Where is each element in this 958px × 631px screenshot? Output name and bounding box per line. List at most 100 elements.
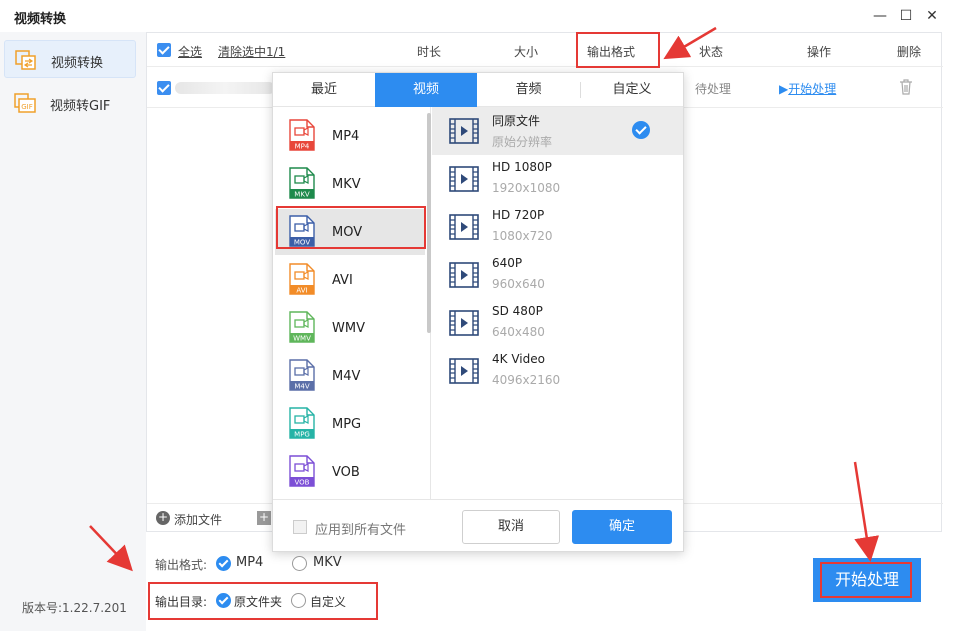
- table-header: 全选 清除选中1/1 时长 大小 输出格式 状态 操作 删除: [147, 33, 943, 67]
- maximize-icon[interactable]: ☐: [896, 6, 916, 26]
- select-all-checkbox[interactable]: [157, 43, 171, 57]
- format-radio-mp4[interactable]: [216, 556, 231, 571]
- resolution-item[interactable]: HD 720P 1080x720: [432, 203, 683, 251]
- row-status: 待处理: [695, 82, 732, 96]
- format-name: AVI: [332, 273, 353, 288]
- vob-file-icon: VOB: [289, 455, 315, 487]
- output-format-label: 输出格式:: [155, 558, 208, 572]
- resolution-name: SD 480P: [492, 304, 543, 318]
- format-name: VOB: [332, 465, 360, 480]
- svg-text:M4V: M4V: [294, 383, 309, 391]
- film-icon: [449, 118, 479, 144]
- format-item-mp4[interactable]: MP4 MP4: [275, 113, 425, 159]
- m4v-file-icon: M4V: [289, 359, 315, 391]
- mkv-file-icon: MKV: [289, 167, 315, 199]
- confirm-button[interactable]: 确定: [572, 510, 672, 544]
- sidebar-item-video-to-gif[interactable]: GIF 视频转GIF: [4, 84, 136, 122]
- clear-selected-label: 清除选中1/1: [218, 45, 286, 59]
- highlight-output-format: [576, 32, 660, 68]
- film-icon: [449, 358, 479, 384]
- row-start-label: 开始处理: [788, 82, 837, 96]
- format-item-m4v[interactable]: M4V M4V: [275, 353, 425, 399]
- format-popup: 最近 视频 音频 自定义 MP4 MP4 MKV MKV MOV MOV AVI AVI WMV…: [272, 72, 684, 552]
- format-list-scrollbar[interactable]: [427, 113, 431, 333]
- close-icon[interactable]: ✕: [922, 6, 942, 26]
- resolution-item[interactable]: 640P 960x640: [432, 251, 683, 299]
- select-all-link[interactable]: 全选: [178, 43, 202, 60]
- add-file-button[interactable]: 添加文件: [174, 511, 222, 528]
- mp4-file-icon: MP4: [289, 119, 315, 151]
- minimize-icon[interactable]: —: [870, 6, 890, 26]
- apply-all-label: 应用到所有文件: [315, 523, 407, 538]
- film-icon: [449, 262, 479, 288]
- resolution-size: 960x640: [492, 277, 545, 291]
- resolution-name: 同原文件: [492, 114, 541, 128]
- svg-text:GIF: GIF: [21, 103, 33, 111]
- format-name: WMV: [332, 321, 365, 336]
- svg-text:AVI: AVI: [296, 287, 307, 295]
- row-start-link[interactable]: ▶开始处理: [779, 80, 836, 97]
- format-item-avi[interactable]: AVI AVI: [275, 257, 425, 303]
- col-duration: 时长: [417, 45, 442, 59]
- format-radio-mkv[interactable]: [292, 556, 307, 571]
- add-folder-icon[interactable]: +: [257, 511, 271, 525]
- resolution-item[interactable]: HD 1080P 1920x1080: [432, 155, 683, 203]
- sidebar-item-video-convert[interactable]: 视频转换: [4, 40, 136, 78]
- clear-selected-link[interactable]: 清除选中1/1: [218, 43, 285, 60]
- format-item-mkv[interactable]: MKV MKV: [275, 161, 425, 207]
- format-name: MP4: [332, 129, 360, 144]
- format-item-wmv[interactable]: WMV WMV: [275, 305, 425, 351]
- highlight-output-dir: [148, 582, 378, 620]
- trash-icon[interactable]: [899, 79, 913, 95]
- tab-recent[interactable]: 最近: [273, 73, 375, 107]
- avi-file-icon: AVI: [289, 263, 315, 295]
- sidebar-item-label: 视频转换: [51, 56, 104, 71]
- format-list: MP4 MP4 MKV MKV MOV MOV AVI AVI WMV WMV M4V M4V MPG M…: [273, 107, 431, 499]
- tab-video[interactable]: 视频: [375, 73, 477, 107]
- format-tabs: 最近 视频 音频 自定义: [273, 73, 683, 107]
- row-checkbox[interactable]: [157, 81, 171, 95]
- mpg-file-icon: MPG: [289, 407, 315, 439]
- format-option-mkv: MKV: [313, 555, 342, 570]
- sidebar-item-label: 视频转GIF: [50, 99, 111, 114]
- resolution-name: HD 1080P: [492, 160, 552, 174]
- format-item-vob[interactable]: VOB VOB: [275, 449, 425, 495]
- check-icon: [632, 121, 650, 139]
- apply-all-checkbox[interactable]: [293, 520, 307, 534]
- title-bar: 视频转换 — ☐ ✕: [0, 0, 958, 32]
- film-icon: [449, 166, 479, 192]
- col-action: 操作: [807, 45, 832, 59]
- format-name: MPG: [332, 417, 362, 432]
- film-icon: [449, 214, 479, 240]
- resolution-item[interactable]: 4K Video 4096x2160: [432, 347, 683, 395]
- col-status: 状态: [699, 45, 724, 59]
- col-size: 大小: [514, 45, 539, 59]
- tab-custom[interactable]: 自定义: [581, 73, 683, 107]
- version-label: 版本号:1.22.7.201: [22, 601, 127, 615]
- svg-text:MKV: MKV: [294, 191, 310, 199]
- resolution-size: 1920x1080: [492, 181, 561, 195]
- gif-icon: GIF: [14, 93, 36, 113]
- popup-footer: 应用到所有文件 取消 确定: [273, 499, 683, 551]
- file-name-blurred: [175, 82, 275, 94]
- resolution-size: 4096x2160: [492, 373, 561, 387]
- resolution-list: 同原文件 原始分辨率 HD 1080P 1920x1080 HD 720P 1080x72…: [432, 107, 683, 499]
- resolution-size: 1080x720: [492, 229, 553, 243]
- col-delete: 删除: [897, 45, 922, 59]
- svg-text:MPG: MPG: [294, 431, 310, 439]
- sidebar: 视频转换 GIF 视频转GIF 版本号:1.22.7.201: [0, 32, 146, 631]
- cancel-button[interactable]: 取消: [462, 510, 560, 544]
- resolution-name: HD 720P: [492, 208, 545, 222]
- format-item-mpg[interactable]: MPG MPG: [275, 401, 425, 447]
- svg-text:MP4: MP4: [295, 143, 310, 151]
- resolution-size: 640x480: [492, 325, 545, 339]
- tab-audio[interactable]: 音频: [477, 73, 580, 107]
- wmv-file-icon: WMV: [289, 311, 315, 343]
- format-name: M4V: [332, 369, 361, 384]
- play-icon: ▶: [779, 82, 789, 96]
- resolution-item[interactable]: SD 480P 640x480: [432, 299, 683, 347]
- resolution-item[interactable]: 同原文件 原始分辨率: [432, 107, 683, 155]
- resolution-name: 4K Video: [492, 352, 545, 366]
- video-convert-icon: [15, 50, 36, 70]
- film-icon: [449, 310, 479, 336]
